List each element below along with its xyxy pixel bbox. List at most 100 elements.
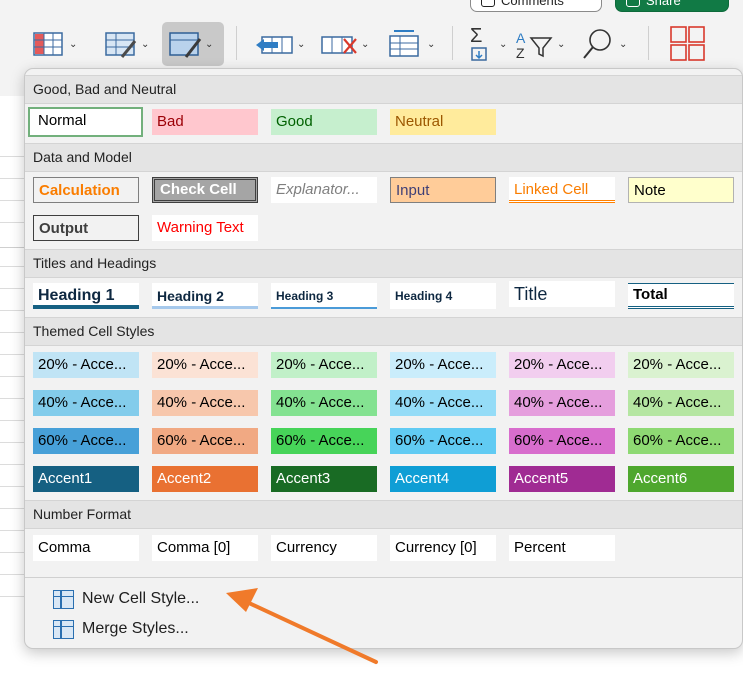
style-currency-0[interactable]: Currency [0] bbox=[390, 535, 496, 561]
section-header-themed: Themed Cell Styles bbox=[25, 317, 742, 346]
style-output[interactable]: Output bbox=[33, 215, 139, 241]
style-heading-4[interactable]: Heading 4 bbox=[390, 283, 496, 309]
style-60-accent4[interactable]: 60% - Acce... bbox=[390, 428, 496, 454]
style-heading-1[interactable]: Heading 1 bbox=[33, 283, 139, 309]
style-20-accent1[interactable]: 20% - Acce... bbox=[33, 352, 139, 378]
style-40-accent1-label: 40% - Acce... bbox=[38, 394, 127, 411]
new-cell-style-menu-item[interactable]: New Cell Style... bbox=[53, 586, 199, 612]
conditional-formatting-button[interactable]: ⌄ bbox=[26, 22, 81, 66]
autosum-button[interactable]: Σ ⌄ bbox=[462, 22, 511, 66]
style-20-accent3-label: 20% - Acce... bbox=[276, 356, 365, 373]
style-title-label: Title bbox=[514, 284, 548, 304]
style-40-accent3[interactable]: 40% - Acce... bbox=[271, 390, 377, 416]
style-40-accent5[interactable]: 40% - Acce... bbox=[509, 390, 615, 416]
cell-styles-button[interactable]: ⌄ bbox=[162, 22, 224, 66]
cell-styles-dropdown: Good, Bad and Neutral Normal Bad Good Ne… bbox=[24, 68, 743, 649]
style-bad-label: Bad bbox=[157, 113, 184, 130]
merge-styles-label: Merge Styles... bbox=[82, 620, 189, 637]
style-accent3[interactable]: Accent3 bbox=[271, 466, 377, 492]
style-heading-4-label: Heading 4 bbox=[395, 289, 453, 303]
style-percent[interactable]: Percent bbox=[509, 535, 615, 561]
style-currency[interactable]: Currency bbox=[271, 535, 377, 561]
chevron-down-icon: ⌄ bbox=[619, 38, 628, 50]
style-linked-cell[interactable]: Linked Cell bbox=[509, 177, 615, 203]
style-check-cell[interactable]: Check Cell bbox=[152, 177, 258, 203]
autosum-icon: Σ bbox=[470, 25, 487, 61]
merge-styles-menu-item[interactable]: Merge Styles... bbox=[53, 616, 189, 642]
style-calculation[interactable]: Calculation bbox=[33, 177, 139, 203]
style-60-accent5[interactable]: 60% - Acce... bbox=[509, 428, 615, 454]
comments-button[interactable]: Comments bbox=[470, 0, 602, 12]
format-cells-button[interactable]: ⌄ bbox=[380, 22, 439, 66]
style-accent1[interactable]: Accent1 bbox=[33, 466, 139, 492]
format-as-table-icon bbox=[105, 32, 137, 58]
insert-cells-button[interactable]: ⌄ bbox=[250, 22, 309, 66]
style-total[interactable]: Total bbox=[628, 283, 734, 309]
style-neutral[interactable]: Neutral bbox=[390, 109, 496, 135]
style-60-accent3-label: 60% - Acce... bbox=[276, 432, 365, 449]
style-40-accent4[interactable]: 40% - Acce... bbox=[390, 390, 496, 416]
style-accent1-label: Accent1 bbox=[38, 470, 93, 487]
style-40-accent2[interactable]: 40% - Acce... bbox=[152, 390, 258, 416]
style-good[interactable]: Good bbox=[271, 109, 377, 135]
style-explanatory[interactable]: Explanator... bbox=[271, 177, 377, 203]
style-40-accent1[interactable]: 40% - Acce... bbox=[33, 390, 139, 416]
style-percent-label: Percent bbox=[514, 539, 566, 556]
style-input[interactable]: Input bbox=[390, 177, 496, 203]
style-normal[interactable]: Normal bbox=[28, 107, 143, 137]
section-header-good-bad-neutral: Good, Bad and Neutral bbox=[25, 75, 742, 104]
style-normal-label: Normal bbox=[38, 112, 87, 129]
style-60-accent2[interactable]: 60% - Acce... bbox=[152, 428, 258, 454]
find-select-icon bbox=[583, 29, 611, 59]
style-bad[interactable]: Bad bbox=[152, 109, 258, 135]
style-40-accent3-label: 40% - Acce... bbox=[276, 394, 365, 411]
style-40-accent6[interactable]: 40% - Acce... bbox=[628, 390, 734, 416]
style-title[interactable]: Title bbox=[509, 281, 615, 307]
style-output-label: Output bbox=[39, 220, 89, 237]
style-20-accent2[interactable]: 20% - Acce... bbox=[152, 352, 258, 378]
insert-cells-icon bbox=[256, 36, 293, 54]
share-icon bbox=[626, 0, 640, 8]
style-accent2[interactable]: Accent2 bbox=[152, 466, 258, 492]
sort-filter-icon: A Z bbox=[516, 30, 553, 61]
style-20-accent5[interactable]: 20% - Acce... bbox=[509, 352, 615, 378]
chevron-down-icon: ⌄ bbox=[205, 38, 214, 50]
style-linked-cell-label: Linked Cell bbox=[514, 181, 589, 198]
sort-filter-button[interactable]: A Z ⌄ bbox=[510, 22, 569, 66]
style-check-cell-label: Check Cell bbox=[160, 181, 237, 198]
add-ins-button[interactable] bbox=[664, 22, 712, 66]
style-heading-3[interactable]: Heading 3 bbox=[271, 283, 377, 309]
svg-text:Z: Z bbox=[516, 45, 525, 61]
style-accent6[interactable]: Accent6 bbox=[628, 466, 734, 492]
add-ins-icon bbox=[670, 26, 705, 61]
style-accent5[interactable]: Accent5 bbox=[509, 466, 615, 492]
share-button[interactable]: Share bbox=[615, 0, 729, 12]
style-60-accent4-label: 60% - Acce... bbox=[395, 432, 484, 449]
style-heading-1-label: Heading 1 bbox=[38, 287, 115, 304]
style-note[interactable]: Note bbox=[628, 177, 734, 203]
style-40-accent4-label: 40% - Acce... bbox=[395, 394, 484, 411]
style-60-accent1[interactable]: 60% - Acce... bbox=[33, 428, 139, 454]
format-as-table-button[interactable]: ⌄ bbox=[98, 22, 153, 66]
style-60-accent6[interactable]: 60% - Acce... bbox=[628, 428, 734, 454]
style-60-accent1-label: 60% - Acce... bbox=[38, 432, 127, 449]
style-heading-2[interactable]: Heading 2 bbox=[152, 283, 258, 309]
style-comma-0[interactable]: Comma [0] bbox=[152, 535, 258, 561]
style-60-accent3[interactable]: 60% - Acce... bbox=[271, 428, 377, 454]
style-accent3-label: Accent3 bbox=[276, 470, 331, 487]
chevron-down-icon: ⌄ bbox=[69, 38, 78, 50]
style-warning-text-label: Warning Text bbox=[157, 219, 244, 236]
conditional-formatting-icon bbox=[33, 32, 63, 56]
delete-cells-button[interactable]: ⌄ bbox=[314, 22, 373, 66]
svg-text:Σ: Σ bbox=[470, 25, 482, 47]
style-20-accent6[interactable]: 20% - Acce... bbox=[628, 352, 734, 378]
style-20-accent3[interactable]: 20% - Acce... bbox=[271, 352, 377, 378]
delete-cells-icon bbox=[321, 36, 357, 54]
style-accent4[interactable]: Accent4 bbox=[390, 466, 496, 492]
style-warning-text[interactable]: Warning Text bbox=[152, 215, 258, 241]
find-select-button[interactable]: ⌄ bbox=[576, 22, 631, 66]
style-40-accent5-label: 40% - Acce... bbox=[514, 394, 603, 411]
style-comma[interactable]: Comma bbox=[33, 535, 139, 561]
style-20-accent4[interactable]: 20% - Acce... bbox=[390, 352, 496, 378]
style-40-accent2-label: 40% - Acce... bbox=[157, 394, 246, 411]
